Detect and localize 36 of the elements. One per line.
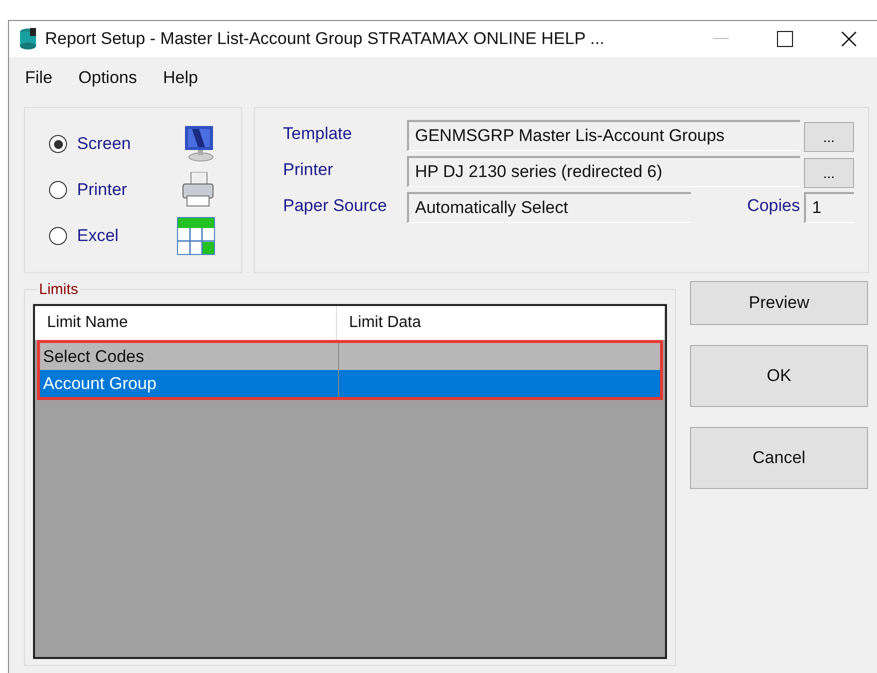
menu-item[interactable]: File — [25, 68, 52, 88]
menu-item[interactable]: Help — [163, 68, 198, 88]
field-label: Template — [283, 123, 353, 145]
radio-label: Excel — [77, 226, 120, 246]
radio-label: Screen — [77, 134, 132, 154]
field-label: Printer — [283, 159, 334, 181]
maximize-icon — [777, 31, 793, 47]
copies-field[interactable]: 1 — [804, 192, 854, 223]
column-header[interactable]: Limit Data — [337, 306, 665, 340]
printer-icon — [181, 172, 215, 208]
monitor-icon — [183, 126, 215, 162]
radio-label: Printer — [77, 180, 128, 200]
dialog-button[interactable]: OK — [690, 345, 868, 407]
radio-button[interactable] — [49, 181, 67, 199]
printer-field[interactable]: HP DJ 2130 series (redirected 6) — [407, 156, 800, 187]
menu-item[interactable]: Options — [78, 68, 137, 88]
radio-button[interactable] — [49, 135, 67, 153]
minimize-icon — [713, 38, 729, 40]
paper-source-field[interactable]: Automatically Select — [407, 192, 691, 223]
field-label: Copies — [747, 195, 800, 217]
template-field[interactable]: GENMSGRP Master Lis-Account Groups — [407, 120, 800, 151]
window-title: Report Setup - Master List-Account Group STRATAMAX ONLINE HELP ... — [45, 29, 606, 49]
browse-button[interactable]: ... — [804, 122, 854, 152]
table-row[interactable]: Select Codes — [40, 343, 660, 370]
table-row[interactable]: Account Group — [40, 370, 660, 397]
spreadsheet-icon — [177, 217, 215, 255]
close-icon — [841, 31, 857, 47]
field-label: Paper Source — [283, 195, 388, 217]
browse-button[interactable]: ... — [804, 158, 854, 188]
column-header[interactable]: Limit Name — [35, 306, 337, 340]
table-cell: Account Group — [40, 370, 339, 397]
dialog-button[interactable]: Cancel — [690, 427, 868, 489]
radio-button[interactable] — [49, 227, 67, 245]
group-title: Limits — [38, 281, 80, 298]
app-icon — [19, 28, 37, 50]
dialog-button[interactable]: Preview — [690, 281, 868, 325]
